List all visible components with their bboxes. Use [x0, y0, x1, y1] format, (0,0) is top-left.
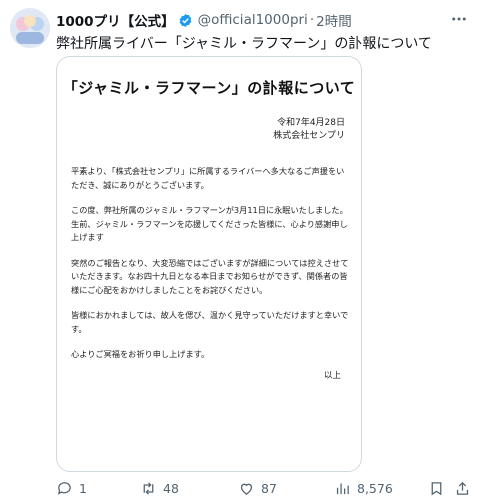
post-time[interactable]: 2時間 — [316, 10, 352, 30]
avatar-image — [10, 8, 50, 48]
verified-badge-icon — [178, 13, 193, 28]
document-company: 株式会社センプリ — [273, 131, 345, 141]
reply-icon — [56, 480, 73, 497]
views-button[interactable]: 8,576 — [334, 480, 393, 497]
document-body: 平素より、「株式会社センプリ」に所属するライバーへ多大なるご声援をいただき、誠に… — [71, 165, 349, 374]
separator-dot: · — [309, 12, 315, 28]
attached-image[interactable]: 「ジャミル・ラフマーン」の訃報について 令和7年4月28日 株式会社センプリ 平… — [56, 56, 362, 472]
reply-count: 1 — [79, 480, 87, 496]
document-title: 「ジャミル・ラフマーン」の訃報について — [62, 79, 356, 97]
views-count: 8,576 — [357, 480, 393, 496]
post-text: 弊社所属ライバー「ジャミル・ラフマーン」の訃報について — [56, 36, 432, 52]
like-icon — [238, 480, 255, 497]
share-icon — [454, 480, 471, 497]
repost-button[interactable]: 48 — [140, 480, 179, 497]
document-paragraph: 皆様におかれましては、故人を偲び、温かく見守っていただけますと幸いです。 — [71, 310, 349, 334]
author-handle[interactable]: @official1000pri — [198, 12, 308, 28]
share-button[interactable] — [454, 480, 471, 497]
author-name[interactable]: 1000プリ【公式】 — [56, 10, 175, 30]
document-paragraph: 突然のご報告となり、大変恐縮ではございますが詳細については控えさせていただきます… — [71, 257, 349, 295]
repost-icon — [140, 480, 157, 497]
more-icon[interactable] — [446, 6, 472, 32]
reply-button[interactable]: 1 — [56, 480, 87, 497]
bookmark-button[interactable] — [428, 480, 445, 497]
avatar[interactable] — [10, 8, 50, 48]
document-closing: 以上 — [323, 371, 341, 381]
document-date: 令和7年4月28日 — [277, 118, 345, 128]
like-count: 87 — [261, 480, 277, 496]
repost-count: 48 — [163, 480, 179, 496]
document-date-block: 令和7年4月28日 株式会社センプリ — [273, 117, 345, 143]
views-icon — [334, 480, 351, 497]
action-bar: 1 48 87 8,576 — [56, 478, 471, 498]
bookmark-icon — [428, 480, 445, 497]
document-paragraph: 平素より、「株式会社センプリ」に所属するライバーへ多大なるご声援をいただき、誠に… — [71, 166, 345, 190]
document-paragraph: 心よりご冥福をお祈り申し上げます。 — [71, 349, 210, 359]
document-paragraph: この度、弊社所属のジャミル・ラフマーンが3月11日に永眠いたしました。生前、ジャ… — [71, 205, 348, 242]
post-header: 1000プリ【公式】 @official1000pri · 2時間 — [56, 10, 468, 30]
like-button[interactable]: 87 — [238, 480, 277, 497]
